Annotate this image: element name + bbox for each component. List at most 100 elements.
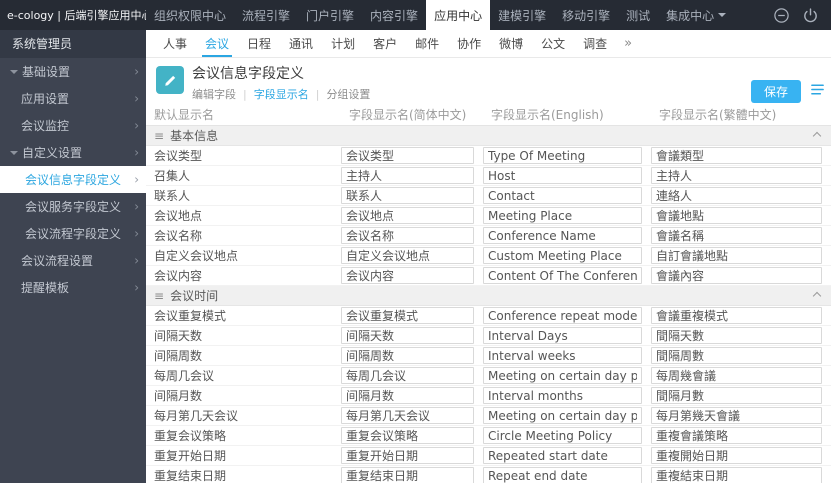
subnav-item[interactable]: 客户 xyxy=(364,30,406,57)
view-tab[interactable]: 分组设置 xyxy=(326,86,370,102)
more-modules-icon[interactable]: » xyxy=(616,30,640,57)
display-name-zh-cn-input[interactable] xyxy=(341,427,474,444)
section-header-row[interactable]: ≡ 基本信息 xyxy=(146,126,831,146)
subnav-item[interactable]: 计划 xyxy=(322,30,364,57)
sidebar-item[interactable]: 会议监控 › xyxy=(0,112,146,139)
display-name-en-input[interactable] xyxy=(483,167,642,184)
view-tab[interactable]: 字段显示名 xyxy=(254,86,309,102)
display-name-zh-tw-input[interactable] xyxy=(651,207,822,224)
save-button[interactable]: 保存 xyxy=(750,80,801,103)
topnav-item[interactable]: 内容引擎 xyxy=(362,0,426,30)
display-name-en-input[interactable] xyxy=(483,347,642,364)
topnav-item[interactable]: 门户引擎 xyxy=(298,0,362,30)
sidebar-item[interactable]: 应用设置 › xyxy=(0,85,146,112)
display-name-en-input[interactable] xyxy=(483,147,642,164)
display-name-zh-tw-input[interactable] xyxy=(651,387,822,404)
display-name-zh-cn-input[interactable] xyxy=(341,167,474,184)
display-name-zh-tw-input[interactable] xyxy=(651,347,822,364)
subnav-item[interactable]: 邮件 xyxy=(406,30,448,57)
display-name-zh-cn-input[interactable] xyxy=(341,307,474,324)
sidebar-item[interactable]: 基础设置 › xyxy=(0,58,146,85)
display-name-en-input[interactable] xyxy=(483,367,642,384)
view-tab[interactable]: 编辑字段 xyxy=(192,86,236,102)
display-name-en-input[interactable] xyxy=(483,187,642,204)
topbar-actions xyxy=(773,0,831,30)
display-name-zh-cn-input[interactable] xyxy=(341,327,474,344)
display-name-zh-cn-input[interactable] xyxy=(341,407,474,424)
topnav-item[interactable]: 集成中心 xyxy=(658,0,734,30)
display-name-en-input[interactable] xyxy=(483,407,642,424)
topnav-item[interactable]: 应用中心 xyxy=(426,0,491,30)
display-name-en-input[interactable] xyxy=(483,227,642,244)
display-name-zh-tw-input[interactable] xyxy=(651,327,822,344)
topnav-item[interactable]: 移动引擎 xyxy=(554,0,618,30)
topnav: 组织权限中心 流程引擎 门户引擎 内容引擎 应用中心 建模引擎 移动引擎 测试 … xyxy=(146,0,734,30)
sidebar-item[interactable]: 自定义设置 › xyxy=(0,139,146,166)
display-name-zh-cn-input[interactable] xyxy=(341,387,474,404)
display-name-zh-tw-input[interactable] xyxy=(651,227,822,244)
topnav-item[interactable]: 流程引擎 xyxy=(234,0,298,30)
display-name-zh-tw-input[interactable] xyxy=(651,247,822,264)
field-row: 会议内容 xyxy=(146,266,831,286)
sidebar-item-label: 会议监控 xyxy=(21,119,70,133)
display-name-zh-cn-input[interactable] xyxy=(341,147,474,164)
display-name-en-input[interactable] xyxy=(483,447,642,464)
topnav-item[interactable]: 测试 xyxy=(618,0,658,30)
subnav-item[interactable]: 调查 xyxy=(574,30,616,57)
zh-cn-cell xyxy=(341,167,483,184)
display-name-zh-tw-input[interactable] xyxy=(651,167,822,184)
topnav-item[interactable]: 建模引擎 xyxy=(490,0,554,30)
display-name-zh-tw-input[interactable] xyxy=(651,467,822,483)
display-name-en-input[interactable] xyxy=(483,207,642,224)
display-name-zh-cn-input[interactable] xyxy=(341,467,474,483)
sidebar-item[interactable]: 提醒模板 › xyxy=(0,274,146,301)
edit-page-icon xyxy=(156,66,184,94)
display-name-zh-tw-input[interactable] xyxy=(651,147,822,164)
display-name-zh-tw-input[interactable] xyxy=(651,427,822,444)
display-name-zh-cn-input[interactable] xyxy=(341,207,474,224)
field-row: 每月第几天会议 xyxy=(146,406,831,426)
power-icon[interactable] xyxy=(802,7,819,24)
display-name-zh-cn-input[interactable] xyxy=(341,187,474,204)
display-name-en-input[interactable] xyxy=(483,267,642,284)
subnav-item[interactable]: 微博 xyxy=(490,30,532,57)
display-name-zh-tw-input[interactable] xyxy=(651,307,822,324)
display-name-zh-tw-input[interactable] xyxy=(651,187,822,204)
display-name-zh-tw-input[interactable] xyxy=(651,367,822,384)
topnav-item[interactable]: 组织权限中心 xyxy=(146,0,234,30)
subnav-item[interactable]: 人事 xyxy=(154,30,196,57)
sidebar-item[interactable]: 会议流程设置 › xyxy=(0,247,146,274)
display-name-zh-tw-input[interactable] xyxy=(651,407,822,424)
section-header-row[interactable]: ≡ 会议时间 xyxy=(146,286,831,306)
display-name-zh-cn-input[interactable] xyxy=(341,367,474,384)
display-name-zh-cn-input[interactable] xyxy=(341,267,474,284)
display-name-en-input[interactable] xyxy=(483,327,642,344)
sidebar-item[interactable]: 会议信息字段定义 › xyxy=(0,166,146,193)
display-name-en-input[interactable] xyxy=(483,467,642,483)
subnav-item[interactable]: 日程 xyxy=(238,30,280,57)
minus-circle-icon[interactable] xyxy=(773,7,790,24)
field-list-icon[interactable] xyxy=(810,82,825,97)
subnav-item-label: 调查 xyxy=(583,37,608,51)
display-name-zh-tw-input[interactable] xyxy=(651,447,822,464)
sidebar-item[interactable]: 会议服务字段定义 › xyxy=(0,193,146,220)
zh-tw-cell xyxy=(651,407,831,424)
collapse-up-icon[interactable] xyxy=(812,131,822,140)
display-name-en-input[interactable] xyxy=(483,307,642,324)
display-name-zh-tw-input[interactable] xyxy=(651,267,822,284)
display-name-zh-cn-input[interactable] xyxy=(341,447,474,464)
display-name-en-input[interactable] xyxy=(483,387,642,404)
display-name-zh-cn-input[interactable] xyxy=(341,227,474,244)
collapse-up-icon[interactable] xyxy=(812,291,822,300)
zh-cn-cell xyxy=(341,267,483,284)
display-name-en-input[interactable] xyxy=(483,247,642,264)
subnav-item[interactable]: 会议 xyxy=(196,30,238,57)
subnav-item[interactable]: 协作 xyxy=(448,30,490,57)
display-name-en-input[interactable] xyxy=(483,427,642,444)
subnav-item[interactable]: 通讯 xyxy=(280,30,322,57)
display-name-zh-cn-input[interactable] xyxy=(341,347,474,364)
subnav-item[interactable]: 公文 xyxy=(532,30,574,57)
display-name-zh-cn-input[interactable] xyxy=(341,247,474,264)
view-tabs: 编辑字段 | 字段显示名 | 分组设置 xyxy=(192,86,370,102)
sidebar-item[interactable]: 会议流程字段定义 › xyxy=(0,220,146,247)
